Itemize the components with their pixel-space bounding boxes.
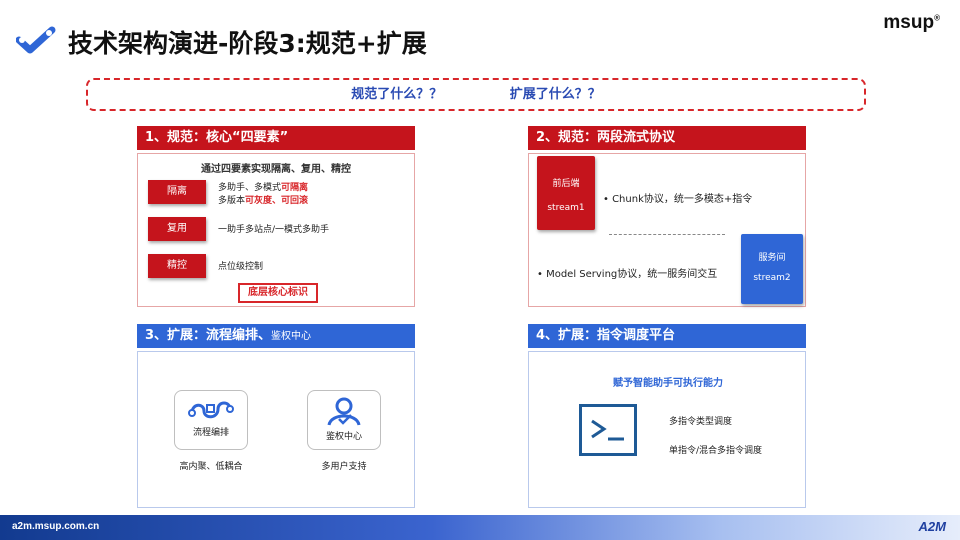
terminal-icon — [579, 404, 637, 456]
isolation-line1-highlight: 可隔离 — [281, 183, 309, 193]
service-card: 服务间 stream2 — [741, 234, 803, 304]
precise-control-tag: 精控 — [148, 254, 206, 278]
card1-stream: stream1 — [547, 203, 585, 213]
isolation-line1: 多助手、多模式 — [218, 183, 282, 193]
auth-center-box: 鉴权中心 — [307, 390, 381, 450]
panel4-body: 赋予智能助手可执行能力 多指令类型调度 单指令/混合多指令调度 — [528, 351, 806, 508]
check-logo-icon — [16, 26, 56, 54]
auth-center-caption: 多用户支持 — [321, 462, 367, 472]
card1-name: 前后端 — [552, 179, 580, 189]
panel1-header: 1、规范：核心“四要素” — [137, 126, 415, 150]
brand-mark: ® — [934, 13, 940, 23]
panel1-body: 通过四要素实现隔离、复用、精控 隔离 多助手、多模式可隔离 多版本可灰度、可回滚… — [137, 153, 415, 307]
auth-user-icon — [327, 397, 361, 426]
panel3-header: 3、扩展：流程编排、鉴权中心 — [137, 324, 415, 348]
panel3-title-small: 鉴权中心 — [271, 331, 312, 342]
chunk-protocol-bullet: • Chunk协议，统一多模态+指令 — [603, 194, 753, 205]
isolation-line2: 多版本 — [218, 196, 246, 206]
flow-orchestration-icon — [188, 401, 234, 419]
frontend-backend-card: 前后端 stream1 — [537, 156, 595, 230]
reuse-desc: 一助手多站点/一模式多助手 — [218, 225, 330, 235]
panel4-header: 4、扩展：指令调度平台 — [528, 324, 806, 348]
precise-control-desc: 点位级控制 — [218, 262, 264, 272]
mixed-command-item: 单指令/混合多指令调度 — [669, 446, 763, 456]
isolation-line2-highlight: 可灰度、可回滚 — [245, 196, 309, 206]
panel1-subtitle: 通过四要素实现隔离、复用、精控 — [201, 164, 351, 175]
card2-stream: stream2 — [753, 273, 791, 283]
footer-bar: a2m.msup.com.cn A2M — [0, 515, 960, 540]
flow-orchestration-box: 流程编排 — [174, 390, 248, 450]
question-banner: 规范了什么？？ 扩展了什么？？ — [86, 78, 866, 111]
multi-command-type-item: 多指令类型调度 — [669, 417, 733, 427]
flow-orchestration-label: 流程编排 — [192, 428, 229, 438]
core-identifier-box: 底层核心标识 — [238, 283, 318, 303]
panel4-subtitle: 赋予智能助手可执行能力 — [613, 378, 723, 389]
divider-line — [609, 234, 725, 235]
flow-orchestration-caption: 高内聚、低耦合 — [179, 462, 243, 472]
brand-text: msup — [883, 12, 935, 33]
slide-title: 技术架构演进-阶段3:规范+扩展 — [68, 29, 427, 58]
isolation-tag: 隔离 — [148, 180, 206, 204]
brand-logo: msup® — [883, 12, 940, 34]
card2-name: 服务间 — [758, 253, 786, 263]
panel2-header: 2、规范：两段流式协议 — [528, 126, 806, 150]
footer-logo: A2M — [918, 519, 946, 534]
isolation-desc: 多助手、多模式可隔离 多版本可灰度、可回滚 — [218, 182, 308, 208]
panel3-body: 流程编排 高内聚、低耦合 鉴权中心 多用户支持 — [137, 351, 415, 508]
footer-url: a2m.msup.com.cn — [12, 521, 100, 532]
model-serving-bullet: • Model Serving协议，统一服务间交互 — [537, 269, 718, 280]
auth-center-label: 鉴权中心 — [325, 432, 362, 442]
panel3-title-main: 3、扩展：流程编排、 — [145, 328, 272, 343]
panel2-body: 前后端 stream1 • Chunk协议，统一多模态+指令 • Model S… — [528, 153, 806, 307]
reuse-tag: 复用 — [148, 217, 206, 241]
